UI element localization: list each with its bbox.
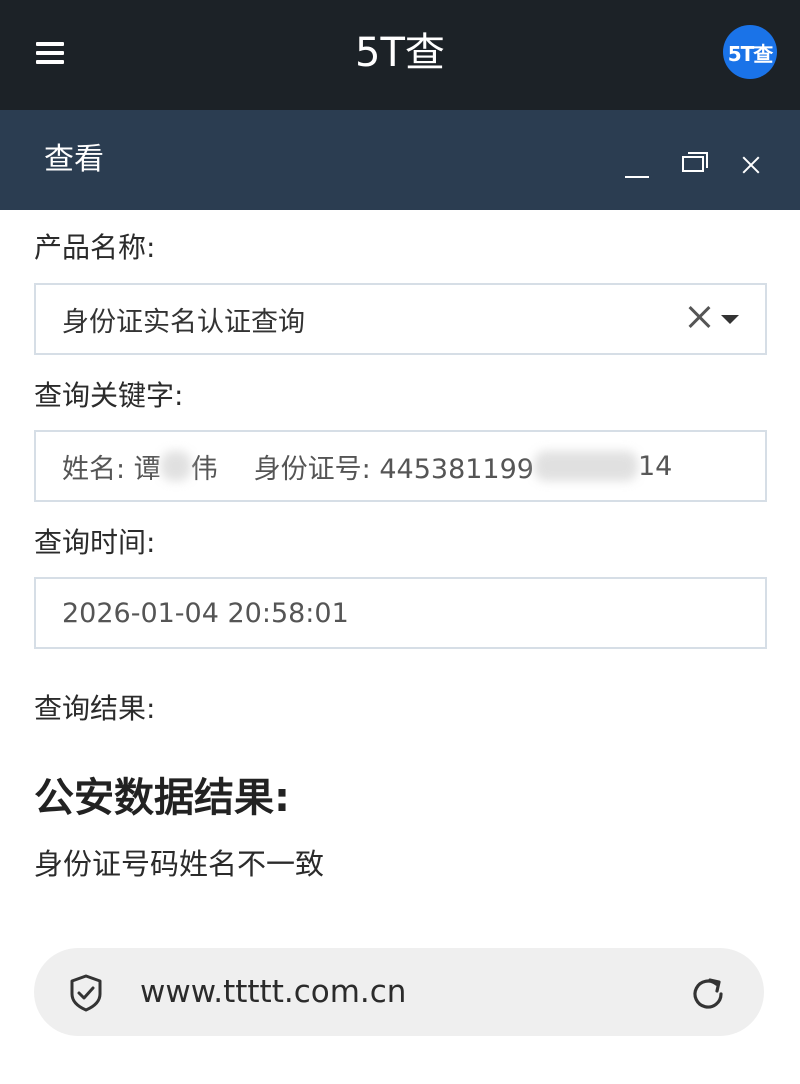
dialog-header: 查看 — [0, 110, 800, 210]
maximize-icon[interactable] — [680, 150, 710, 180]
close-icon[interactable] — [736, 150, 766, 180]
reload-icon[interactable] — [688, 974, 728, 1014]
redaction-blur — [160, 451, 191, 481]
app-title: 5T查 — [355, 30, 445, 76]
app-header: 5T查 5T查 — [0, 0, 800, 110]
query-time-value: 2026-01-04 20:58:01 — [62, 597, 349, 629]
query-keyword-label: 查询关键字: — [34, 379, 184, 412]
url-text[interactable]: www.ttttt.com.cn — [140, 972, 406, 1012]
minimize-icon[interactable] — [622, 150, 652, 180]
result-text: 身份证号码姓名不一致 — [34, 847, 325, 881]
query-result-label: 查询结果: — [34, 692, 156, 725]
keyword-id-suffix: 14 — [637, 450, 673, 482]
redaction-blur — [533, 451, 638, 481]
shield-check-icon[interactable] — [68, 974, 104, 1012]
query-keyword-field: 姓名: 谭 伟 身份证号: 445381199 14 — [34, 430, 767, 502]
product-select[interactable]: 身份证实名认证查询 — [34, 283, 767, 355]
avatar[interactable]: 5T查 — [723, 25, 777, 79]
query-time-label: 查询时间: — [34, 526, 156, 559]
result-heading: 公安数据结果: — [34, 775, 290, 821]
product-name-label: 产品名称: — [34, 231, 156, 264]
query-time-field: 2026-01-04 20:58:01 — [34, 577, 767, 649]
browser-address-bar[interactable]: www.ttttt.com.cn — [34, 948, 764, 1036]
clear-icon[interactable] — [685, 303, 713, 331]
chevron-down-icon[interactable] — [721, 315, 739, 324]
keyword-name-suffix: 伟 — [190, 453, 218, 485]
product-select-value: 身份证实名认证查询 — [62, 306, 305, 338]
dialog-title: 查看 — [44, 142, 104, 177]
keyword-name-prefix: 姓名: 谭 — [62, 453, 161, 485]
keyword-id-prefix: 身份证号: 445381199 — [253, 453, 534, 485]
